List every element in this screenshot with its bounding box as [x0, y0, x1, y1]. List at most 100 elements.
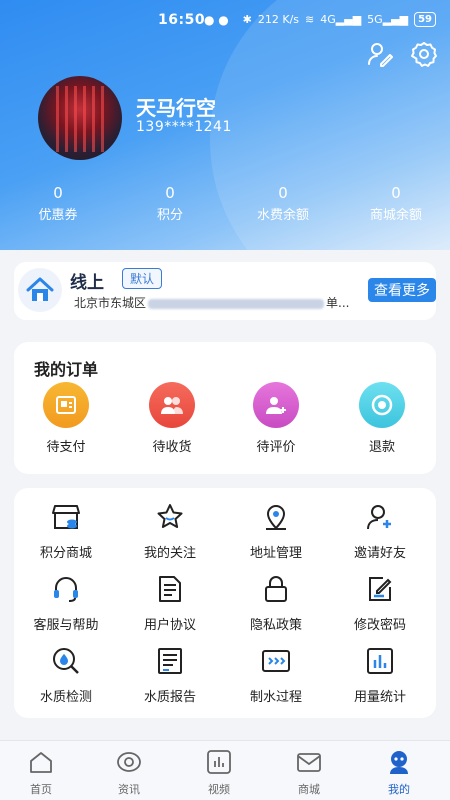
address-redacted — [148, 298, 325, 309]
stat-label: 商城余额 — [369, 208, 422, 223]
news-icon — [117, 752, 141, 772]
address-card[interactable]: 线上 默认 北京市东城区 单... 查看更多 — [14, 262, 436, 320]
stat-coupons[interactable]: 0 优惠券 — [8, 184, 108, 223]
refund-icon — [359, 382, 405, 428]
service-privacy-policy[interactable]: 隐私政策 — [226, 574, 326, 633]
status-bar: 16:50 ● ● ✱ 212 K/s ≋ 4G▂▄▆ 5G▂▄▆ 59 — [0, 10, 450, 34]
stat-value: 0 — [278, 184, 288, 202]
tab-label: 视频 — [208, 783, 230, 796]
stat-points[interactable]: 0 积分 — [120, 184, 220, 223]
person-add-icon — [253, 382, 299, 428]
orders-title: 我的订单 — [34, 360, 99, 379]
order-refund[interactable]: 退款 — [334, 382, 430, 455]
network-speed: 212 K/s — [257, 13, 300, 26]
process-icon — [262, 650, 290, 672]
order-pending-receipt[interactable]: 待收货 — [124, 382, 220, 455]
stat-label: 积分 — [156, 208, 183, 223]
stat-label: 优惠券 — [38, 208, 78, 223]
home-icon — [30, 752, 52, 773]
stat-value: 0 — [165, 184, 175, 202]
see-more-button[interactable]: 查看更多 — [368, 278, 436, 302]
tab-news[interactable]: 资讯 — [94, 749, 164, 797]
stat-value: 0 — [53, 184, 63, 202]
orders-card: 我的订单 待支付 待收货 待评价 退款 — [14, 342, 436, 474]
lock-icon — [265, 576, 287, 602]
bar-chart-icon — [367, 648, 393, 674]
service-label: 制水过程 — [249, 690, 302, 705]
status-time: 16:50 — [158, 12, 206, 28]
location-icon — [266, 505, 286, 530]
service-label: 隐私政策 — [249, 618, 302, 633]
service-my-follows[interactable]: 我的关注 — [120, 502, 220, 561]
service-label: 水质报告 — [143, 690, 196, 705]
video-icon — [207, 750, 231, 774]
tab-mall[interactable]: 商城 — [274, 749, 344, 797]
service-label: 邀请好友 — [353, 546, 406, 561]
notification-icons: ● ● — [204, 13, 229, 27]
star-icon — [157, 504, 183, 528]
stat-label: 水费余额 — [256, 208, 309, 223]
service-label: 用量统计 — [353, 690, 406, 705]
order-pending-review[interactable]: 待评价 — [228, 382, 324, 455]
service-usage-statistics[interactable]: 用量统计 — [330, 646, 430, 705]
order-label: 待支付 — [46, 440, 86, 455]
service-customer-support[interactable]: 客服与帮助 — [16, 574, 116, 633]
home-badge — [18, 268, 62, 312]
order-label: 待评价 — [256, 440, 296, 455]
user-phone: 139****1241 — [136, 119, 232, 135]
service-label: 客服与帮助 — [33, 618, 99, 633]
service-label: 水质检测 — [39, 690, 92, 705]
edit-profile-icon[interactable] — [366, 40, 394, 68]
service-water-process[interactable]: 制水过程 — [226, 646, 326, 705]
bluetooth-icon: ✱ — [242, 13, 252, 26]
service-change-password[interactable]: 修改密码 — [330, 574, 430, 633]
stat-water-balance[interactable]: 0 水费余额 — [233, 184, 333, 223]
invite-friend-icon — [367, 505, 391, 530]
report-icon — [158, 648, 182, 674]
profile-header: 16:50 ● ● ✱ 212 K/s ≋ 4G▂▄▆ 5G▂▄▆ 59 天马行… — [0, 0, 450, 250]
service-points-mall[interactable]: 积分商城 — [16, 502, 116, 561]
people-icon — [149, 382, 195, 428]
water-search-icon — [53, 648, 79, 674]
address-title: 线上 — [70, 273, 104, 293]
tab-mine[interactable]: 我的 — [364, 749, 434, 797]
tab-label: 我的 — [388, 783, 410, 796]
gear-icon[interactable] — [410, 40, 438, 68]
address-line: 北京市东城区 单... — [74, 294, 374, 311]
default-badge: 默认 — [122, 268, 163, 289]
user-name: 天马行空 — [136, 96, 216, 120]
home-icon — [26, 277, 54, 301]
tab-label: 首页 — [30, 783, 52, 796]
tab-home[interactable]: 首页 — [6, 749, 76, 797]
service-user-agreement[interactable]: 用户协议 — [120, 574, 220, 633]
headset-icon — [54, 577, 78, 602]
service-water-quality-test[interactable]: 水质检测 — [16, 646, 116, 705]
order-pending-payment[interactable]: 待支付 — [18, 382, 114, 455]
address-prefix: 北京市东城区 — [74, 296, 147, 310]
service-address-management[interactable]: 地址管理 — [226, 502, 326, 561]
service-label: 地址管理 — [249, 546, 302, 561]
mail-icon — [297, 753, 321, 772]
stat-mall-balance[interactable]: 0 商城余额 — [346, 184, 446, 223]
service-invite-friends[interactable]: 邀请好友 — [330, 502, 430, 561]
service-label: 用户协议 — [143, 618, 196, 633]
service-label: 我的关注 — [143, 546, 196, 561]
store-icon — [52, 505, 80, 529]
stat-value: 0 — [391, 184, 401, 202]
service-water-quality-report[interactable]: 水质报告 — [120, 646, 220, 705]
tab-label: 资讯 — [118, 783, 140, 796]
services-card: 积分商城 我的关注 地址管理 邀请好友 客服与帮助 用户协议 隐私政策 修改密码… — [14, 488, 436, 718]
edit-icon — [369, 577, 392, 601]
battery-indicator: 59 — [414, 12, 436, 27]
tab-label: 商城 — [298, 783, 320, 796]
bottom-tab-bar: 首页 资讯 视频 商城 我的 — [0, 740, 450, 800]
service-label: 修改密码 — [353, 618, 406, 633]
document-icon — [159, 576, 181, 602]
profile-icon — [390, 751, 408, 774]
tab-video[interactable]: 视频 — [184, 749, 254, 797]
avatar[interactable] — [38, 76, 122, 160]
wifi-icon: ≋ — [305, 13, 315, 26]
order-label: 待收货 — [152, 440, 192, 455]
signal-icon: 4G▂▄▆ — [320, 13, 362, 26]
signal-icon-2: 5G▂▄▆ — [367, 13, 409, 26]
